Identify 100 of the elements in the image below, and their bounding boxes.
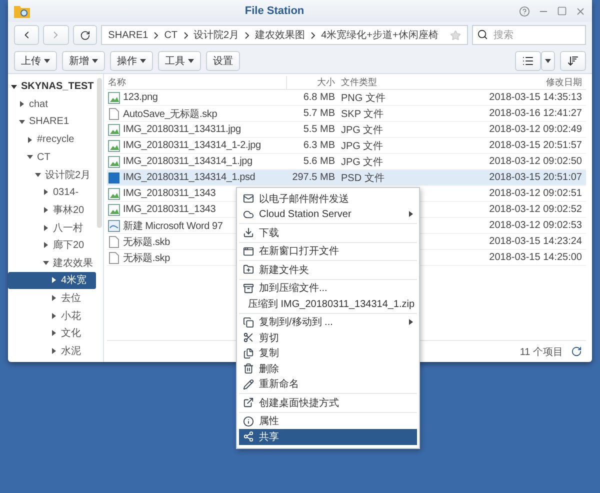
collapsed-arrow-icon[interactable] xyxy=(51,294,57,301)
expanded-arrow-icon[interactable] xyxy=(27,154,33,160)
file-type: JPG 文件 xyxy=(340,124,384,136)
collapsed-arrow-icon[interactable] xyxy=(43,242,49,248)
toolbar-button[interactable]: 上传 xyxy=(14,50,57,70)
tree-item[interactable]: 水泥 xyxy=(8,342,96,360)
collapsed-arrow-icon[interactable] xyxy=(51,312,57,319)
column-header[interactable]: 名称 xyxy=(107,76,287,89)
menu-item[interactable]: 创建桌面快捷方式 xyxy=(239,395,417,410)
tree-item[interactable]: 建农效果 xyxy=(8,254,96,272)
file-row[interactable]: IMG_20180311_134314_1.psd 297.5 MB PSD 文件 2018-03-15 20:51:07 xyxy=(107,170,586,186)
refresh-icon[interactable] xyxy=(571,346,582,357)
file-row[interactable]: IMG_20180311_134314_1-2.jpg 6.3 MB JPG 文件 2018-03-15 20:51:57 xyxy=(107,138,586,154)
image-file-icon xyxy=(108,156,120,168)
cloud-icon xyxy=(243,208,254,220)
breadcrumb-item[interactable]: 4米宽绿化+步道+休闲座椅 xyxy=(321,28,438,42)
search-field[interactable]: 搜索 xyxy=(472,25,586,45)
collapsed-arrow-icon[interactable] xyxy=(51,277,57,284)
tree-item[interactable]: 4米宽 xyxy=(8,272,96,290)
menu-item[interactable]: 新建文件夹 xyxy=(239,262,417,278)
tree-item[interactable]: CT xyxy=(8,148,96,166)
breadcrumb-item[interactable]: 建农效果图 xyxy=(255,28,306,42)
sort-button[interactable] xyxy=(560,50,586,70)
tree-item[interactable]: 八一村 xyxy=(8,218,96,236)
menu-item[interactable]: 重新命名 xyxy=(239,376,417,392)
menu-item[interactable]: 属性 xyxy=(239,414,417,429)
file-row[interactable]: 123.png 6.8 MB PNG 文件 2018-03-15 14:35:13 xyxy=(107,90,586,106)
tree-item[interactable]: SHARE1 xyxy=(8,113,96,131)
file-name: IMG_20180311_134314_1.psd xyxy=(123,172,256,183)
modified-date: 2018-03-15 14:35:13 xyxy=(488,92,583,103)
tree-item[interactable]: chat xyxy=(8,96,96,114)
star-icon[interactable] xyxy=(450,30,462,40)
tree-item[interactable]: SKYNAS_TEST xyxy=(8,78,96,96)
tree-item[interactable]: 廊下20 xyxy=(8,236,96,254)
file-icon xyxy=(108,236,120,248)
collapsed-arrow-icon[interactable] xyxy=(43,206,49,213)
view-menu-button[interactable] xyxy=(541,50,555,70)
expanded-arrow-icon[interactable] xyxy=(35,172,41,178)
expanded-arrow-icon[interactable] xyxy=(19,118,25,125)
file-row[interactable]: AutoSave_无标题.skp 5.7 MB SKP 文件 2018-03-16 12:41:27 xyxy=(107,106,586,122)
pencil-icon xyxy=(243,378,254,390)
expanded-arrow-icon[interactable] xyxy=(43,260,49,266)
tree-item[interactable]: #recycle xyxy=(8,130,96,148)
file-size: 5.5 MB xyxy=(302,124,335,135)
tree-item[interactable]: 0314- xyxy=(8,184,96,202)
expanded-arrow-icon[interactable] xyxy=(11,84,17,90)
menu-item[interactable]: 加到压缩文件... xyxy=(239,280,417,296)
menu-item[interactable]: 下载 xyxy=(239,225,417,240)
toolbar-button[interactable]: 工具 xyxy=(158,50,201,70)
menu-item[interactable]: 复制到/移动到 ... xyxy=(239,314,417,330)
window-title: File Station xyxy=(244,5,306,17)
toolbar-button[interactable]: 新增 xyxy=(62,50,105,70)
tree-item[interactable]: 文化 xyxy=(8,324,96,342)
file-size: 6.8 MB xyxy=(302,92,335,103)
tree-item[interactable]: 事林20 xyxy=(8,201,96,219)
file-row[interactable]: IMG_20180311_134311.jpg 5.5 MB JPG 文件 2018-03-12 09:02:49 xyxy=(107,122,586,138)
collapsed-arrow-icon[interactable] xyxy=(51,348,57,354)
scrollbar[interactable] xyxy=(97,78,102,228)
modified-date: 2018-03-12 09:02:50 xyxy=(488,156,583,167)
collapsed-arrow-icon[interactable] xyxy=(51,330,57,336)
collapsed-arrow-icon[interactable] xyxy=(19,101,25,108)
breadcrumb-item[interactable]: CT xyxy=(164,30,178,40)
menu-item[interactable]: 剪切 xyxy=(239,330,417,346)
path-field[interactable]: SHARE1 CT 设计院2月 建农效果图 4米宽绿化+步道+休闲座椅 xyxy=(101,25,468,45)
close-icon[interactable] xyxy=(575,6,586,16)
mail-icon xyxy=(243,193,254,204)
maximize-icon[interactable] xyxy=(557,6,567,16)
breadcrumb-item[interactable]: SHARE1 xyxy=(108,30,148,40)
search-icon xyxy=(477,29,488,40)
item-count: 11 个项目 xyxy=(520,346,563,358)
file-name: IMG_20180311_134311.jpg xyxy=(123,124,241,135)
toolbar-button[interactable]: 操作 xyxy=(110,50,153,70)
menu-item[interactable]: 共享 xyxy=(239,429,417,444)
tree-item[interactable]: 设计院2月 xyxy=(8,166,96,184)
file-name: 无标题.skp xyxy=(123,252,170,264)
collapsed-arrow-icon[interactable] xyxy=(43,189,49,196)
toolbar-button[interactable]: 设置 xyxy=(206,50,240,70)
refresh-button[interactable] xyxy=(72,25,98,45)
collapsed-arrow-icon[interactable] xyxy=(43,224,49,231)
copy-icon xyxy=(243,316,254,328)
menu-item[interactable]: 在新窗口打开文件 xyxy=(239,244,417,259)
column-header[interactable]: 修改日期 xyxy=(423,76,586,89)
window-icon xyxy=(243,246,254,257)
menu-item[interactable]: 删除 xyxy=(239,361,417,376)
modified-date: 2018-03-15 14:25:00 xyxy=(488,252,583,263)
sort-icon xyxy=(567,54,579,66)
refresh-icon xyxy=(80,30,90,40)
menu-item[interactable]: 压缩到 IMG_20180311_134314_1.zip xyxy=(239,296,417,312)
menu-item[interactable]: 复制 xyxy=(239,346,417,361)
collapsed-arrow-icon[interactable] xyxy=(27,136,33,143)
menu-item[interactable]: Cloud Station Server xyxy=(239,206,417,222)
view-button[interactable] xyxy=(515,50,541,70)
breadcrumb-item[interactable]: 设计院2月 xyxy=(194,28,240,42)
help-icon[interactable] xyxy=(519,6,530,16)
column-header[interactable]: 大小 xyxy=(287,76,335,89)
tree-item[interactable]: 小花 xyxy=(8,306,96,324)
tree-item[interactable]: 去位 xyxy=(8,289,96,307)
modified-date: 2018-03-12 09:02:51 xyxy=(488,188,583,199)
image-file-icon xyxy=(108,172,120,184)
column-header[interactable]: 文件类型 xyxy=(335,76,423,89)
